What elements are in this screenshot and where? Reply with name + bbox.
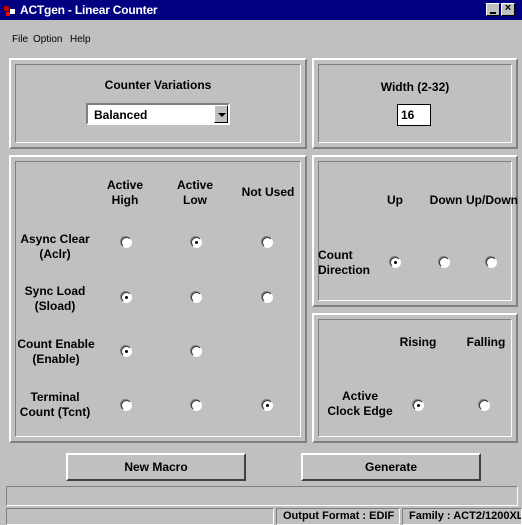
close-icon: × (504, 2, 512, 14)
direction-updown-label: Up/Down (466, 193, 518, 207)
clock-edge-panel (312, 313, 518, 443)
hint-bar (6, 486, 518, 506)
generate-button[interactable]: Generate (301, 453, 481, 481)
terminal-count-active-high-radio[interactable] (121, 400, 132, 411)
sync-load-label: Sync Load (Sload) (24, 284, 86, 313)
count-direction-label: Count Direction (318, 248, 371, 277)
width-label: Width (2-32) (380, 80, 450, 94)
dropdown-button[interactable] (214, 105, 228, 123)
menu-help[interactable]: Help (70, 35, 91, 45)
status-spacer (6, 508, 274, 525)
column-active-high: Active High (106, 178, 144, 207)
count-enable-active-high-radio[interactable] (121, 346, 132, 357)
menu-file[interactable]: File (12, 35, 28, 45)
async-clear-label: Async Clear (Aclr) (20, 232, 90, 261)
count-direction-panel (312, 155, 518, 307)
terminal-count-active-low-radio[interactable] (191, 400, 202, 411)
counter-variations-select[interactable]: Balanced (86, 103, 230, 125)
count-enable-active-low-radio[interactable] (191, 346, 202, 357)
title-bar[interactable]: ACTgen - Linear Counter × (0, 0, 522, 20)
minimize-button[interactable] (486, 3, 500, 16)
minimize-icon (490, 12, 496, 14)
clock-rising-label: Rising (399, 335, 437, 349)
sync-load-active-low-radio[interactable] (191, 292, 202, 303)
direction-updown-radio[interactable] (486, 257, 497, 268)
chevron-down-icon (218, 113, 226, 117)
new-macro-button[interactable]: New Macro (66, 453, 246, 481)
menu-bar: File Option Help (0, 20, 522, 45)
direction-down-radio[interactable] (439, 257, 450, 268)
panel-bevel (318, 161, 512, 301)
family-status: Family : ACT2/1200XL (402, 508, 522, 525)
menu-option[interactable]: Option (33, 35, 62, 45)
column-not-used: Not Used (241, 185, 295, 199)
async-clear-active-low-radio[interactable] (191, 237, 202, 248)
clock-rising-radio[interactable] (413, 400, 424, 411)
sync-load-not-used-radio[interactable] (262, 292, 273, 303)
window-title: ACTgen - Linear Counter (20, 3, 158, 17)
clock-falling-radio[interactable] (479, 400, 490, 411)
terminal-count-label: Terminal Count (Tcnt) (19, 390, 91, 419)
direction-down-label: Down (429, 193, 463, 207)
direction-up-radio[interactable] (390, 257, 401, 268)
count-enable-label: Count Enable (Enable) (17, 337, 95, 366)
output-format-status: Output Format : EDIF (276, 508, 400, 525)
sync-load-active-high-radio[interactable] (121, 292, 132, 303)
async-clear-not-used-radio[interactable] (262, 237, 273, 248)
width-input[interactable]: 16 (397, 104, 431, 126)
clock-falling-label: Falling (466, 335, 506, 349)
close-button[interactable]: × (501, 2, 515, 16)
actgen-window: ACTgen - Linear Counter × File Option He… (0, 0, 522, 525)
async-clear-active-high-radio[interactable] (121, 237, 132, 248)
counter-variations-value: Balanced (94, 108, 148, 122)
direction-up-label: Up (387, 193, 403, 207)
terminal-count-not-used-radio[interactable] (262, 400, 273, 411)
app-icon[interactable] (3, 3, 17, 17)
counter-variations-label: Counter Variations (104, 78, 212, 92)
column-active-low: Active Low (176, 178, 214, 207)
clock-edge-label: Active Clock Edge (327, 389, 393, 418)
